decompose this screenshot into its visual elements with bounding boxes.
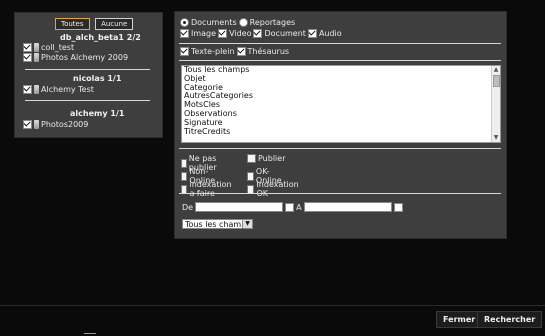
scroll-up-icon[interactable]: ▲: [493, 67, 499, 73]
database-icon: [34, 53, 39, 62]
group-title-nicolas: nicolas 1/1: [73, 74, 122, 83]
audio-checkbox[interactable]: [307, 29, 317, 38]
fields-listbox[interactable]: Tous les champs Objet Categorie AutresCa…: [181, 65, 501, 143]
select-all-button[interactable]: Toutes: [55, 18, 90, 30]
group-title-db-alch-beta1: db_alch_beta1 2/2: [60, 33, 141, 42]
database-icon: [34, 43, 39, 52]
record-type-row: Documents Reportages: [180, 18, 295, 27]
status-label: Publier: [258, 154, 286, 163]
document-label: Document: [264, 29, 306, 38]
collections-panel: Toutes Aucune db_alch_beta1 2/2 coll_tes…: [14, 12, 163, 138]
scroll-down-icon[interactable]: ▼: [493, 135, 499, 141]
documents-radio[interactable]: [180, 18, 189, 27]
date-from-checkbox[interactable]: [285, 202, 295, 212]
thesaurus-label: Thésaurus: [247, 47, 290, 56]
field-option[interactable]: Tous les champs: [182, 66, 500, 75]
status-item[interactable]: Indexation OK: [247, 180, 300, 198]
collection-label: Photos Alchemy 2009: [41, 53, 129, 62]
collection-label: Photos2009: [41, 120, 89, 129]
group-divider: [25, 100, 150, 101]
collection-label: Alchemy Test: [41, 85, 94, 94]
field-option[interactable]: Objet: [182, 74, 500, 84]
collection-item[interactable]: coll_test: [23, 43, 74, 52]
collection-checkbox[interactable]: [23, 85, 32, 94]
date-to-label: A: [296, 202, 302, 212]
chevron-down-icon[interactable]: ▼: [242, 220, 252, 228]
group-divider: [25, 69, 150, 70]
reportages-label: Reportages: [249, 18, 296, 27]
status-checkbox[interactable]: [247, 154, 256, 163]
field-option[interactable]: AutresCategories: [182, 92, 500, 101]
status-label: Indexation OK: [256, 180, 299, 198]
image-label: Image: [191, 29, 217, 38]
database-icon: [34, 85, 39, 94]
image-checkbox[interactable]: [180, 29, 189, 38]
group-title-alchemy: alchemy 1/1: [70, 109, 125, 118]
thesaurus-checkbox[interactable]: [236, 47, 246, 56]
media-type-row: Image Video Document Audio: [180, 29, 342, 38]
date-from-input[interactable]: [195, 202, 284, 212]
divider: [179, 193, 501, 194]
collection-checkbox[interactable]: [23, 120, 32, 129]
reportages-radio[interactable]: [238, 18, 248, 27]
divider: [179, 148, 501, 149]
scroll-thumb[interactable]: [493, 75, 500, 87]
collection-item[interactable]: Photos2009: [23, 120, 88, 129]
status-label: indexation a faire: [189, 180, 232, 198]
date-to-input[interactable]: [303, 202, 392, 212]
footer-divider: [0, 305, 545, 306]
status-item[interactable]: Publier: [247, 154, 286, 163]
documents-label: Documents: [191, 18, 237, 27]
date-from-label: De: [182, 202, 194, 212]
status-item[interactable]: indexation a faire: [181, 180, 234, 198]
collection-item[interactable]: Alchemy Test: [23, 85, 94, 94]
select-buttons: Toutes Aucune: [55, 18, 136, 30]
select-none-button[interactable]: Aucune: [95, 18, 134, 30]
divider: [179, 60, 501, 61]
listbox-scrollbar[interactable]: ▲ ▼: [491, 66, 500, 142]
search-button[interactable]: Rechercher: [477, 311, 543, 328]
audio-label: Audio: [318, 29, 342, 38]
divider: [179, 43, 501, 44]
search-options-panel: Documents Reportages Image Video Documen…: [174, 11, 507, 239]
search-mode-row: Texte-plein Thésaurus: [180, 47, 289, 56]
collection-checkbox[interactable]: [23, 43, 32, 52]
video-label: Video: [229, 29, 252, 38]
collection-item[interactable]: Photos Alchemy 2009: [23, 53, 128, 62]
document-checkbox[interactable]: [253, 29, 263, 38]
collection-label: coll_test: [41, 43, 75, 52]
date-to-checkbox[interactable]: [393, 202, 403, 212]
field-option[interactable]: TitreCredits: [182, 127, 500, 137]
date-field-select-value: Tous les champs: [185, 220, 251, 229]
date-field-select[interactable]: Tous les champs ▼: [182, 219, 253, 229]
collection-checkbox[interactable]: [23, 53, 32, 62]
fulltext-checkbox[interactable]: [180, 47, 189, 56]
date-range-row: De A: [182, 202, 403, 212]
close-button[interactable]: Fermer: [436, 311, 483, 328]
database-icon: [34, 120, 39, 129]
bottom-marker: [84, 333, 96, 334]
field-option[interactable]: Observations: [182, 109, 500, 119]
video-checkbox[interactable]: [218, 29, 228, 38]
fulltext-label: Texte-plein: [191, 47, 235, 56]
